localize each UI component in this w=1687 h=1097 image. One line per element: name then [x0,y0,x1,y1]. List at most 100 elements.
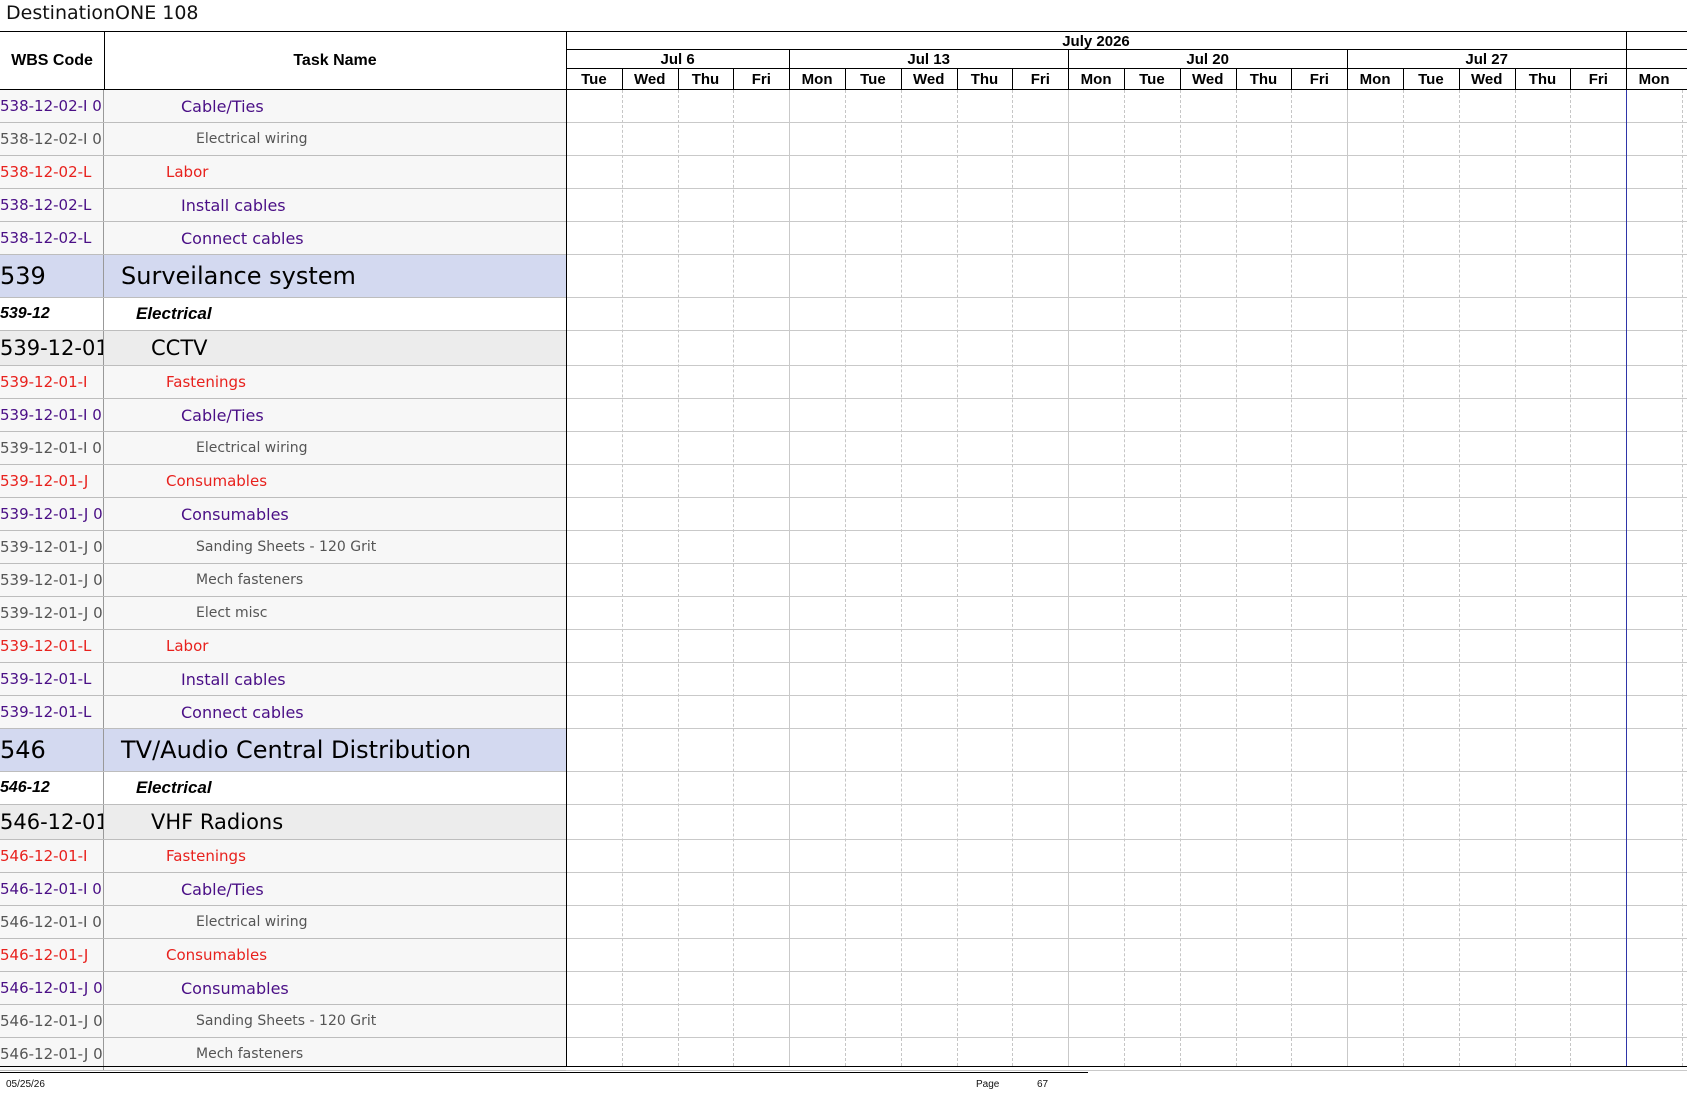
grid-column-line [677,90,679,1066]
grid-row-line [566,464,1687,465]
table-row[interactable]: 539 Surveilance system [0,255,566,298]
task-name-cell: CCTV [151,336,208,360]
task-name-cell: Fastenings [166,847,246,865]
table-row[interactable]: 546-12-01-J 01 Sanding Sheets - 120 Grit [0,1005,566,1038]
grid-row-line [566,839,1687,840]
grid-column-line [733,90,735,1066]
table-row[interactable]: 539-12-01-L Labor [0,630,566,663]
table-row[interactable]: 539-12-01-L Connect cables [0,696,566,729]
month-header: July 2026 [1062,32,1130,50]
table-row[interactable]: 539-12-01-J 01 Mech fasteners [0,564,566,597]
header-line [1012,68,1014,90]
day-header: Tue [1418,70,1444,88]
grid-column-line [1682,90,1683,1066]
task-name-cell: Cable/Ties [181,405,264,425]
grid-row-line [566,1070,1687,1071]
week-header: Jul 27 [1465,51,1508,68]
table-row[interactable]: 539-12-01-J 01 Consumables [0,498,566,531]
day-header: Mon [1080,70,1112,88]
grid-row-line [566,971,1687,972]
task-name-cell: Consumables [181,978,289,998]
grid-row-line [566,938,1687,939]
table-row[interactable]: 539-12 Electrical [0,298,566,331]
task-name-cell: Connect cables [181,702,304,722]
grid-row-line [566,398,1687,399]
day-header: Wed [1470,70,1503,88]
task-name-cell: Consumables [181,504,289,524]
day-header: Mon [1359,70,1391,88]
header-line [1235,68,1237,90]
wbs-code-cell: 538-12-02-L [0,156,104,188]
day-header: Mon [1638,70,1670,88]
table-row[interactable]: 539-12-01-J 01 Elect misc [0,597,566,630]
table-row[interactable]: 546 TV/Audio Central Distribution [0,729,566,772]
table-row[interactable]: 546-12-01-I 01 Electrical wiring [0,906,566,939]
header-line [1179,68,1181,90]
grid-row-line [566,254,1687,255]
grid-row-line [566,905,1687,906]
grid-row-line [566,1004,1687,1005]
week-header: Jul 13 [907,51,950,68]
grid-row-line [566,596,1687,597]
header-line [1458,68,1460,90]
grid-row-line [566,728,1687,729]
task-name-cell: VHF Radions [151,810,284,834]
table-row[interactable]: 538-12-02-L Install cables [0,189,566,222]
header-line [789,68,791,90]
day-header: Tue [581,70,607,88]
grid-row-line [566,563,1687,564]
wbs-code-header[interactable]: WBS Code [0,32,104,90]
footer-date: 05/25/26 [6,1079,45,1090]
table-row[interactable]: 538-12-02-I 01 Electrical wiring [0,123,566,156]
day-header: Thu [691,70,720,88]
table-bottom-border [0,1066,1687,1067]
wbs-code-cell: 546-12-01-I 01 [0,873,104,905]
task-name-cell: Electrical wiring [196,440,308,456]
header-line [1403,68,1404,90]
header-line [1514,68,1516,90]
wbs-code-cell: 538-12-02-L [0,189,104,221]
grid-column-line [1012,90,1014,1066]
wbs-code-cell: 546-12-01-J [0,939,104,971]
task-rows: 538-12-02-I 01 Cable/Ties 538-12-02-I 01… [0,90,566,1071]
wbs-code-cell: 539-12 [0,298,104,330]
table-row[interactable]: 546-12-01-J Consumables [0,939,566,972]
grid-row-line [566,804,1687,805]
task-name-header[interactable]: Task Name [104,32,566,90]
header-line [733,68,735,90]
header-line [900,68,902,90]
header-line [1626,68,1628,90]
day-header: Tue [860,70,886,88]
footer-page-label: Page [976,1079,1000,1090]
grid-row-line [566,872,1687,873]
table-row[interactable]: 538-12-02-L Connect cables [0,222,566,255]
wbs-code-cell: 546-12 [0,772,104,804]
table-row[interactable]: 539-12-01-I Fastenings [0,366,566,399]
task-name-cell: Labor [166,637,209,655]
table-row[interactable]: 539-12-01-J 01 Sanding Sheets - 120 Grit [0,531,566,564]
grid-row-line [566,431,1687,432]
table-row[interactable]: 539-12-01-J Consumables [0,465,566,498]
table-row[interactable]: 546-12 Electrical [0,772,566,805]
table-row[interactable]: 538-12-02-I 01 Cable/Ties [0,90,566,123]
grid-row-line [566,662,1687,663]
day-header: Wed [1191,70,1224,88]
table-row[interactable]: 539-12-01-I 01 Electrical wiring [0,432,566,465]
grid-row-line [566,365,1687,366]
task-name-cell: Elect misc [196,605,268,621]
table-row[interactable]: 539-12-01-I 01 Cable/Ties [0,399,566,432]
table-row[interactable]: 538-12-02-L Labor [0,156,566,189]
table-row[interactable]: 539-12-01 CCTV [0,331,566,366]
table-row[interactable]: 546-12-01-I Fastenings [0,840,566,873]
task-name-cell: Mech fasteners [196,572,304,588]
wbs-code-cell: 538-12-02-L [0,222,104,254]
task-name-cell: Consumables [166,472,268,490]
table-row[interactable]: 546-12-01 VHF Radions [0,805,566,840]
wbs-code-cell: 539-12-01-I 01 [0,399,104,431]
table-row[interactable]: 539-12-01-L Install cables [0,663,566,696]
table-row[interactable]: 546-12-01-J 01 Consumables [0,972,566,1005]
gantt-sheet: WBS Code Task Name July 2026 Jul 6 Jul 13… [0,31,1687,1071]
table-row[interactable]: 546-12-01-I 01 Cable/Ties [0,873,566,906]
grid-row-line [566,155,1687,156]
header-line [1570,68,1572,90]
